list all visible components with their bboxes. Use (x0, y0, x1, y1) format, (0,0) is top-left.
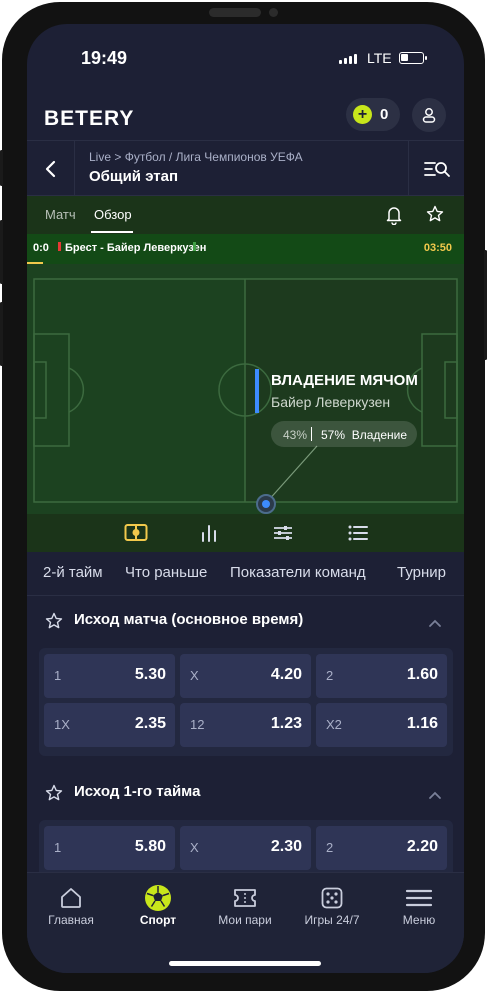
red-card-icon (58, 242, 61, 251)
star-icon[interactable] (45, 612, 63, 635)
back-button[interactable] (27, 141, 75, 197)
odds-button[interactable]: X 2.30 (180, 826, 311, 870)
nav-label: Спорт (139, 913, 177, 927)
ticket-icon (234, 889, 256, 907)
chevron-up-icon[interactable] (428, 615, 442, 633)
dice-icon (321, 887, 343, 909)
nav-sport[interactable]: Спорт (118, 883, 198, 927)
category-item[interactable]: Что раньше (125, 564, 207, 581)
match-clock: 03:50 (423, 242, 452, 254)
mute-switch (0, 150, 3, 186)
breadcrumb-path[interactable]: Live > Футбол / Лига Чемпионов УЕФА (89, 150, 303, 164)
category-item[interactable]: Показатели команд (230, 564, 366, 581)
event-tabs: Матч Обзор (27, 196, 464, 234)
market-categories: 2-й тайм Что раньше Показатели команд Ту… (27, 552, 464, 596)
volume-down-button (0, 302, 3, 366)
list-search-icon (423, 162, 450, 177)
pill-divider (311, 427, 312, 441)
nav-home[interactable]: Главная (31, 883, 111, 927)
live-pitch: ВЛАДЕНИЕ МЯЧОМ Байер Леверкузен 43% 57% … (27, 264, 464, 514)
market-search-button[interactable] (408, 141, 464, 197)
odds-button[interactable]: X2 1.16 (316, 703, 447, 747)
front-camera (269, 8, 278, 17)
market-header[interactable]: Исход 1-го тайма (27, 769, 464, 815)
home-icon (61, 888, 81, 908)
odds-button[interactable]: 2 1.60 (316, 654, 447, 698)
nav-menu[interactable]: Меню (379, 883, 459, 927)
odds-button[interactable]: 1 5.30 (44, 654, 175, 698)
green-card-icon (193, 242, 196, 251)
tab-active-indicator (91, 231, 133, 233)
odds-grid: 1 5.80 X 2.30 2 2.20 (39, 820, 453, 880)
category-item[interactable]: 2-й тайм (43, 564, 103, 581)
nav-label: Меню (402, 913, 436, 927)
pitch-markings (33, 278, 458, 503)
bottom-navigation: Главная Спорт Мои пари Игры 24/7 Меню (27, 872, 464, 973)
home-indicator (169, 961, 321, 966)
odds-button[interactable]: 12 1.23 (180, 703, 311, 747)
app-screen: 19:49 LTE BETERY + 0 Live > Футбол / Лиг… (27, 24, 464, 973)
favorite-star-icon[interactable] (426, 205, 444, 228)
market-header[interactable]: Исход матча (основное время) (27, 597, 464, 643)
brand-logo[interactable]: BETERY (44, 107, 134, 131)
odds-grid: 1 5.30 X 4.20 2 1.60 1X 2.35 12 1.23 X2 1.16 (39, 648, 453, 756)
chevron-up-icon[interactable] (428, 787, 442, 805)
match-teams: Брест - Байер Леверкузен (65, 242, 207, 254)
signal-icon (339, 54, 357, 64)
soccer-ball-icon (145, 885, 171, 911)
market-title: Исход матча (основное время) (74, 611, 304, 628)
plus-icon: + (353, 105, 372, 124)
nav-label: Мои пари (218, 913, 272, 927)
star-icon[interactable] (45, 784, 63, 807)
list-view-icon[interactable] (347, 523, 371, 543)
nav-games[interactable]: Игры 24/7 (292, 883, 372, 927)
page-title: Общий этап (89, 168, 179, 185)
chevron-left-icon (45, 160, 55, 178)
ball-position-marker (256, 494, 276, 514)
sliders-view-icon[interactable] (272, 523, 296, 543)
status-bar: 19:49 LTE (27, 24, 464, 84)
possession-team: Байер Леверкузен (271, 394, 391, 410)
menu-icon (405, 889, 433, 907)
app-header: BETERY + 0 (27, 94, 464, 140)
user-icon (422, 108, 436, 123)
odds-button[interactable]: 2 2.20 (316, 826, 447, 870)
odds-button[interactable]: 1 5.80 (44, 826, 175, 870)
speaker-grille (209, 8, 261, 17)
profile-button[interactable] (412, 98, 446, 132)
tab-overview[interactable]: Обзор (94, 207, 132, 222)
stats-view-icon[interactable] (199, 523, 223, 543)
possession-title: ВЛАДЕНИЕ МЯЧОМ (271, 372, 418, 389)
field-view-icon[interactable] (124, 523, 148, 543)
view-switcher (27, 514, 464, 552)
category-item[interactable]: Турнир (397, 564, 446, 581)
network-label: LTE (367, 50, 392, 66)
balance-button[interactable]: + 0 (346, 98, 400, 131)
match-score: 0:0 (33, 242, 49, 254)
market-title: Исход 1-го тайма (74, 783, 201, 800)
possession-opponent-value: 43% (283, 428, 308, 442)
volume-up-button (0, 220, 3, 284)
nav-my-bets[interactable]: Мои пари (205, 883, 285, 927)
bell-icon[interactable] (385, 205, 403, 230)
odds-button[interactable]: X 4.20 (180, 654, 311, 698)
team-color-bar (255, 369, 259, 413)
odds-button[interactable]: 1X 2.35 (44, 703, 175, 747)
status-time: 19:49 (81, 48, 128, 68)
tab-match[interactable]: Матч (45, 207, 76, 222)
nav-label: Игры 24/7 (304, 913, 360, 927)
phone-frame: 19:49 LTE BETERY + 0 Live > Футбол / Лиг… (0, 2, 487, 991)
nav-label: Главная (48, 913, 94, 927)
breadcrumb: Live > Футбол / Лига Чемпионов УЕФА Общи… (27, 140, 464, 197)
live-scoreboard[interactable]: 0:0 Брест - Байер Леверкузен 03:50 (27, 234, 464, 265)
balance-value: 0 (380, 106, 389, 123)
possession-team-value: 57% Владение (321, 428, 408, 442)
battery-icon (399, 52, 427, 64)
possession-pill: 43% 57% Владение (271, 421, 417, 447)
